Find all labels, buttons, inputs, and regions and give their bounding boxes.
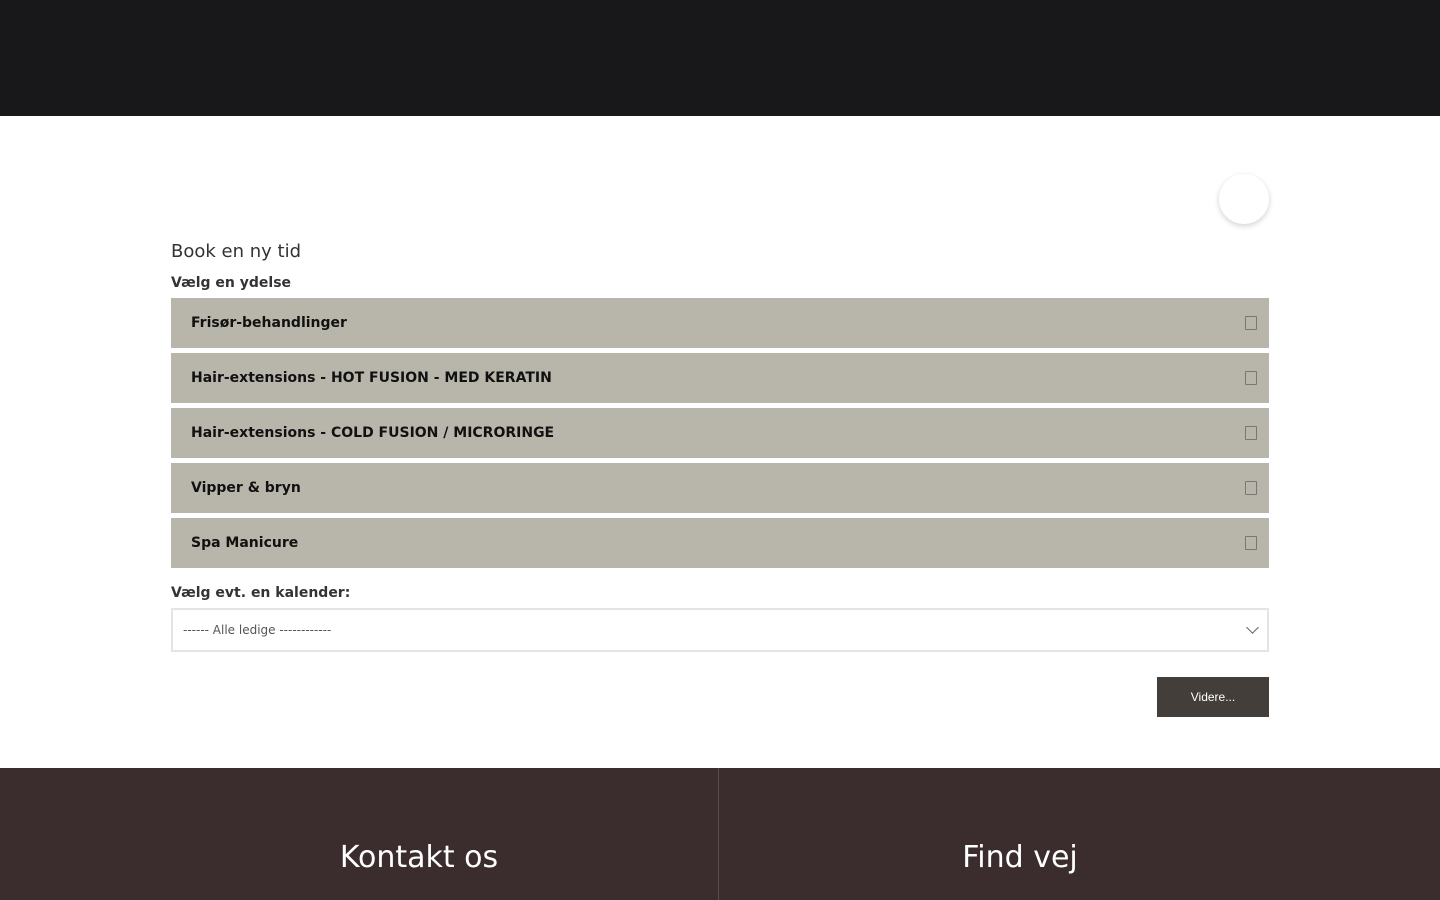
booking-section: Book en ny tid Vælg en ydelse Frisør-beh… [171, 116, 1269, 768]
service-name: Spa Manicure [191, 535, 299, 551]
expand-icon [1245, 316, 1257, 330]
service-item-cold-fusion[interactable]: Hair-extensions - COLD FUSION / MICRORIN… [171, 408, 1269, 458]
footer-divider [718, 768, 719, 900]
directions-heading: Find vej [962, 840, 1078, 875]
expand-icon [1245, 371, 1257, 385]
top-bar [0, 0, 1440, 116]
expand-icon [1245, 536, 1257, 550]
service-item-frisor[interactable]: Frisør-behandlinger [171, 298, 1269, 348]
next-button[interactable]: Videre... [1157, 677, 1269, 717]
service-label: Vælg en ydelse [171, 275, 292, 291]
service-name: Hair-extensions - HOT FUSION - MED KERAT… [191, 370, 552, 386]
contact-heading: Kontakt os [339, 840, 499, 875]
footer-contact: Kontakt os [120, 768, 718, 900]
chevron-down-icon [1246, 621, 1259, 634]
service-item-hot-fusion[interactable]: Hair-extensions - HOT FUSION - MED KERAT… [171, 353, 1269, 403]
service-name: Frisør-behandlinger [191, 315, 347, 331]
expand-icon [1245, 426, 1257, 440]
page-title: Book en ny tid [171, 241, 301, 262]
calendar-selected-value: ------ Alle ledige ------------ [183, 623, 332, 637]
service-item-spa-manicure[interactable]: Spa Manicure [171, 518, 1269, 568]
service-item-vipper-bryn[interactable]: Vipper & bryn [171, 463, 1269, 513]
calendar-select[interactable]: ------ Alle ledige ------------ [171, 608, 1269, 652]
service-name: Vipper & bryn [191, 480, 301, 496]
footer-directions: Find vej [720, 768, 1320, 900]
service-name: Hair-extensions - COLD FUSION / MICRORIN… [191, 425, 555, 441]
footer: Kontakt os Find vej [0, 768, 1440, 900]
calendar-label: Vælg evt. en kalender: [171, 585, 351, 601]
service-list: Frisør-behandlinger Hair-extensions - HO… [171, 298, 1269, 573]
expand-icon [1245, 481, 1257, 495]
circle-icon-button[interactable] [1219, 174, 1269, 224]
